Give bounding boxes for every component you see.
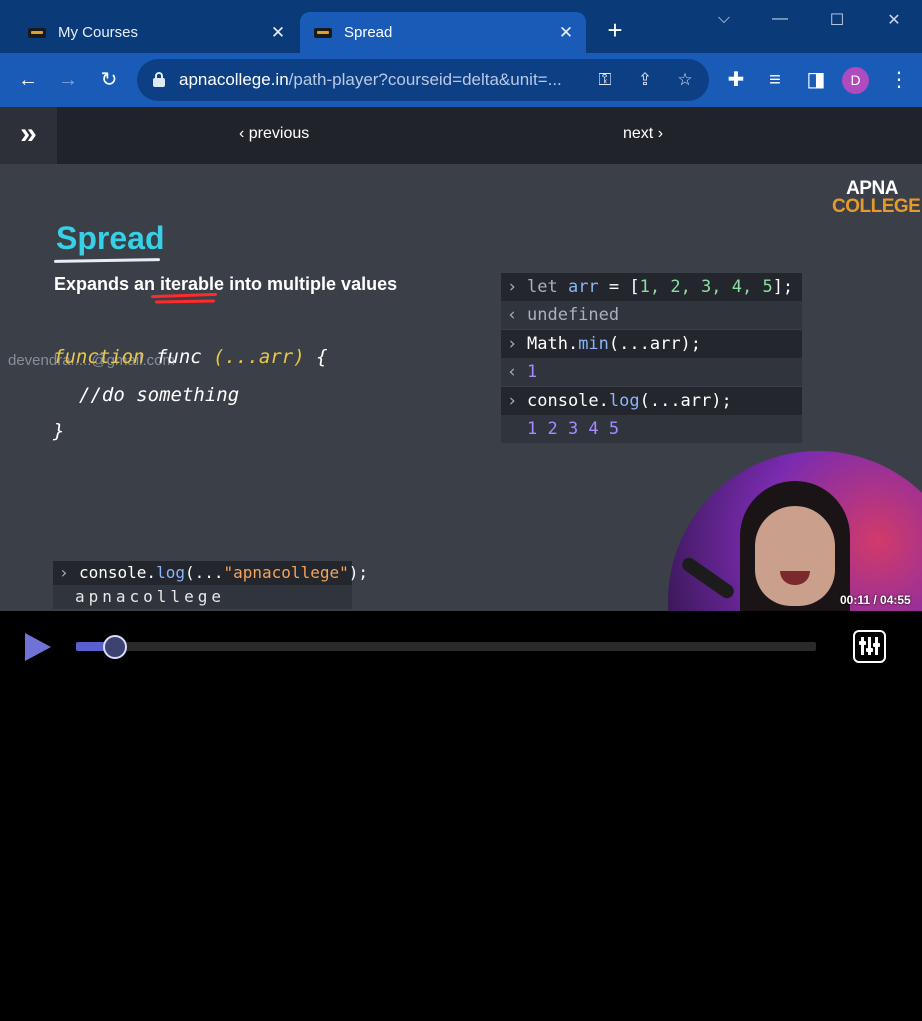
side-panel-icon[interactable]: ◨ [803, 67, 829, 93]
next-link[interactable]: next › [623, 125, 663, 143]
slide-subtitle: Expands an iterable into multiple values [54, 274, 398, 294]
window-close-icon[interactable]: ✕ [874, 10, 914, 30]
microphone-icon [679, 555, 737, 601]
new-tab-plus-icon[interactable]: + [602, 17, 628, 44]
heading-underline [53, 258, 161, 263]
close-icon[interactable]: ✕ [264, 23, 292, 43]
console-output-row: ‹ 1 [501, 358, 802, 386]
tab-spread[interactable]: Spread ✕ [300, 12, 586, 53]
previous-link[interactable]: ‹ previous [239, 125, 309, 143]
apna-college-favicon-icon [28, 27, 46, 38]
seek-handle[interactable] [103, 635, 127, 659]
lock-icon [153, 72, 165, 87]
apna-college-logo: APNA COLLEGE [832, 178, 921, 217]
play-icon[interactable] [25, 633, 51, 661]
menu-kebab-icon[interactable]: ⋮ [886, 67, 912, 93]
console-output-row: ‹ undefined [501, 301, 802, 329]
slide-heading: Spread [56, 220, 165, 256]
media-queue-icon[interactable]: ≡ [762, 67, 788, 93]
console-input-row: › console.log(..."apnacollege"); [53, 561, 368, 585]
console-input-row: › console.log(...arr); [501, 387, 802, 415]
minimize-icon[interactable]: — [760, 10, 800, 30]
forward-arrow-icon[interactable]: → [55, 67, 81, 93]
presenter-webcam [668, 451, 922, 611]
code-line-1: function func (...arr) { [53, 346, 328, 368]
tab-my-courses[interactable]: My Courses ✕ [14, 12, 298, 53]
tab-strip: My Courses ✕ Spread ✕ + ⌵ — ☐ ✕ [0, 0, 922, 53]
browser-window: My Courses ✕ Spread ✕ + ⌵ — ☐ ✕ ← → ↻ ap… [0, 0, 922, 1021]
tab-title: My Courses [58, 24, 139, 41]
share-icon[interactable]: ⇪ [633, 68, 657, 92]
equalizer-settings-icon[interactable] [853, 630, 886, 663]
url-text[interactable]: apnacollege.in/path-player?courseid=delt… [179, 70, 579, 90]
tab-search-chevron-icon[interactable]: ⌵ [704, 10, 744, 30]
console-input-row: › let arr = [1, 2, 3, 4, 5]; [501, 273, 802, 301]
lesson-nav-bar: » ‹ previous next › [0, 107, 922, 164]
back-arrow-icon[interactable]: ← [15, 67, 41, 93]
avatar[interactable]: D [842, 67, 869, 94]
extensions-puzzle-icon[interactable]: ✚ [723, 67, 749, 93]
address-bar[interactable]: apnacollege.in/path-player?courseid=delt… [137, 59, 709, 101]
reload-icon[interactable]: ↻ [96, 67, 122, 93]
video-frame[interactable]: APNA COLLEGE Spread Expands an iterable … [0, 164, 922, 611]
apna-college-favicon-icon [314, 27, 332, 38]
seek-bar[interactable] [76, 642, 816, 651]
console-input-row: › Math.min(...arr); [501, 330, 802, 358]
code-line-3: } [53, 420, 65, 442]
console-panel: › let arr = [1, 2, 3, 4, 5]; ‹ undefined ›… [501, 273, 802, 443]
console-output-row: 1 2 3 4 5 [501, 415, 802, 443]
tab-title: Spread [344, 24, 393, 41]
console-panel-2: › console.log(..."apnacollege"); apnacoll… [53, 561, 368, 609]
close-icon[interactable]: ✕ [552, 23, 580, 43]
annotation-underline [154, 299, 216, 304]
video-timecode: 00:11 / 04:55 [840, 593, 911, 607]
key-icon[interactable]: ⚿ [593, 68, 617, 92]
maximize-icon[interactable]: ☐ [817, 10, 857, 30]
player-controls [0, 611, 922, 1021]
star-bookmark-icon[interactable]: ☆ [673, 68, 697, 92]
code-line-2: //do something [79, 384, 240, 406]
console-output-row: apnacollege [53, 585, 352, 609]
browser-toolbar: ← → ↻ apnacollege.in/path-player?coursei… [0, 53, 922, 107]
expand-sidebar-double-chevron-icon[interactable]: » [0, 107, 57, 164]
